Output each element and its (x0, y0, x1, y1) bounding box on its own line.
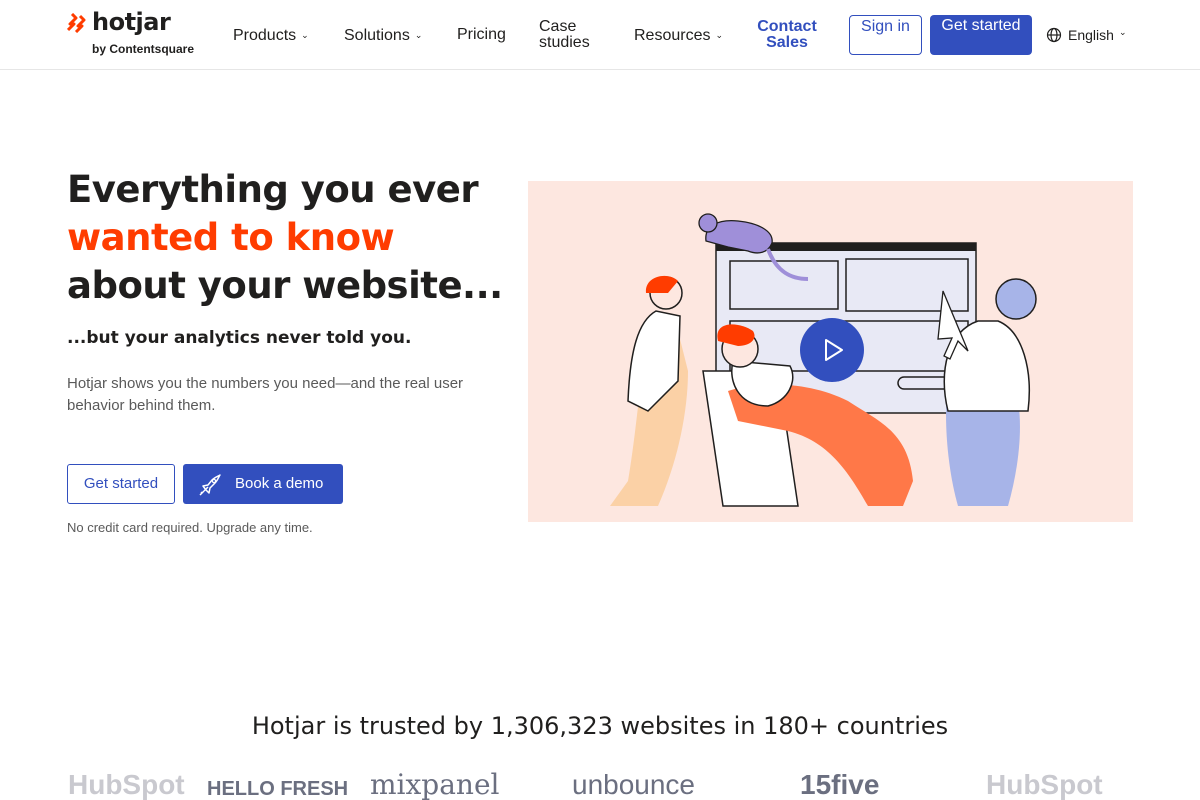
sign-in-button[interactable]: Sign in (849, 15, 922, 55)
get-started-nav-label: Get started (941, 17, 1021, 34)
get-started-button[interactable]: Get started (67, 464, 175, 504)
no-credit-card-note: No credit card required. Upgrade any tim… (67, 520, 313, 535)
customer-logo: HubSpot (986, 770, 1103, 800)
nav-resources[interactable]: Resources ⌄ (634, 27, 723, 44)
customer-logo: 15five (800, 770, 880, 800)
nav-solutions[interactable]: Solutions ⌄ (344, 27, 422, 44)
contact-sales-link[interactable]: Contact Sales (752, 19, 822, 51)
logo-wordmark: hotjar (92, 8, 171, 36)
nav-case-studies-label: Case studies (539, 18, 590, 51)
chevron-down-icon: ⌄ (1119, 27, 1127, 37)
chevron-down-icon: ⌄ (414, 30, 423, 40)
customer-logo: HELLO FRESH (207, 778, 349, 800)
customer-logo: unbounce (572, 770, 696, 800)
rocket-icon (199, 474, 221, 496)
nav-solutions-label: Solutions (344, 27, 410, 44)
hero-illustration[interactable] (528, 181, 1133, 522)
trusted-by-heading: Hotjar is trusted by 1,306,323 websites … (251, 712, 949, 740)
play-icon (825, 339, 843, 361)
globe-icon (1046, 27, 1062, 43)
book-demo-button[interactable]: Book a demo (183, 464, 343, 504)
nav-resources-label: Resources (634, 27, 711, 44)
customer-logo: mixpanel (370, 770, 500, 800)
get-started-nav-button[interactable]: Get started (930, 15, 1032, 55)
nav-pricing[interactable]: Pricing (457, 27, 506, 43)
book-demo-label: Book a demo (235, 475, 324, 492)
hotjar-logo-icon (67, 13, 86, 33)
customer-logos-carousel: HubSpot HELLO FRESH mixpanel unbounce 15… (0, 770, 1200, 800)
chevron-down-icon: ⌄ (301, 30, 309, 40)
hero-title: Everything you ever wanted to know about… (67, 166, 507, 310)
nav-case-studies[interactable]: Case studies (539, 19, 609, 51)
chevron-down-icon: ⌄ (715, 30, 724, 40)
contact-sales-label: Contact Sales (757, 18, 817, 51)
play-video-button[interactable] (800, 318, 864, 382)
get-started-label: Get started (83, 475, 159, 492)
logo-subtitle: by Contentsquare (92, 42, 195, 56)
nav-products[interactable]: Products ⌄ (233, 27, 309, 44)
hero-description: Hotjar shows you the numbers you need—an… (67, 375, 464, 414)
customer-logo: HubSpot (68, 770, 185, 800)
nav-products-label: Products (233, 27, 297, 44)
sign-in-label: Sign in (861, 18, 910, 35)
top-navigation: hotjar by Contentsquare Products ⌄ Soluti… (0, 0, 1200, 70)
hero-subtitle: ...but your analytics never told you. (67, 328, 412, 348)
hero-title-line1: Everything you ever (67, 168, 479, 211)
hero-title-rest: about your website... (67, 264, 503, 307)
hero-title-accent: wanted to know (67, 216, 395, 259)
nav-pricing-label: Pricing (457, 26, 506, 43)
language-label: English (1068, 27, 1114, 43)
